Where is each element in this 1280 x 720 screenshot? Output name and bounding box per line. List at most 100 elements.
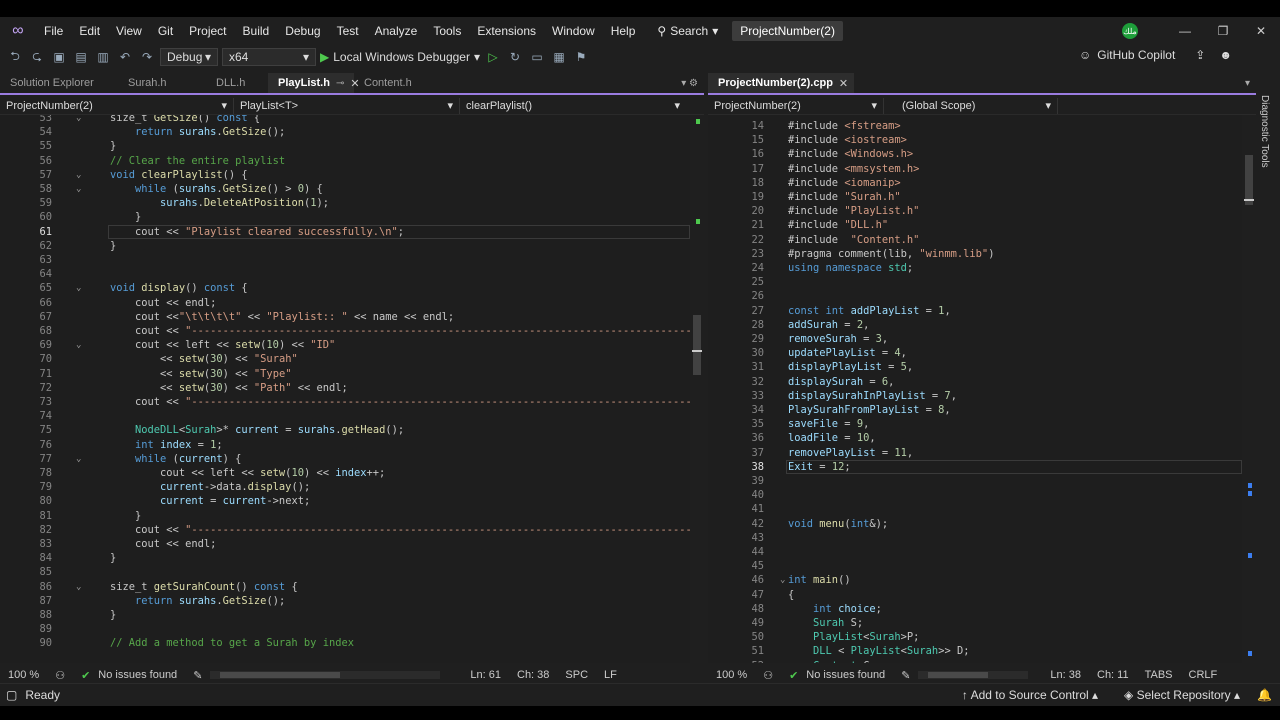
code-line[interactable]: 80 current = current->next; [0, 494, 690, 508]
menu-analyze[interactable]: Analyze [367, 17, 426, 45]
tab-solution-explorer[interactable]: Solution Explorer [0, 73, 118, 93]
code-line[interactable]: 69 ⌄ cout << left << setw(10) << "ID" [0, 338, 690, 352]
redo-icon[interactable]: ↷ [138, 50, 156, 64]
add-to-source-control-button[interactable]: ↑ Add to Source Control ▴ [962, 688, 1098, 702]
vertical-scrollbar[interactable] [1242, 115, 1256, 663]
project-select[interactable]: ProjectNumber(2) ▾ [0, 97, 234, 114]
code-line[interactable]: 37 removePlayList = 11, [708, 446, 1242, 460]
code-line[interactable]: 14 #include <fstream> [708, 119, 1242, 133]
code-line[interactable]: 79 current->data.display(); [0, 480, 690, 494]
feedback-icon[interactable]: ☻ [1219, 48, 1232, 62]
tab-list-dropdown-icon[interactable]: ▾ [1245, 78, 1250, 89]
code-line[interactable]: 65 ⌄ void display() const { [0, 281, 690, 295]
zoom-level[interactable]: 100 % [0, 669, 47, 681]
fold-chevron-icon[interactable]: ⌄ [76, 580, 81, 594]
code-line[interactable]: 19 #include "Surah.h" [708, 190, 1242, 204]
code-line[interactable]: 83 cout << endl; [0, 537, 690, 551]
code-line[interactable]: 31 displayPlayList = 5, [708, 360, 1242, 374]
save-all-icon[interactable]: ▥ [94, 50, 112, 64]
scroll-thumb[interactable] [220, 672, 341, 678]
pin-icon[interactable]: ⊸ [336, 78, 344, 89]
code-line[interactable]: 20 #include "PlayList.h" [708, 204, 1242, 218]
code-line[interactable]: 86 ⌄ size_t getSurahCount() const { [0, 580, 690, 594]
code-line[interactable]: 57 ⌄ void clearPlaylist() { [0, 168, 690, 182]
code-line[interactable]: 61 cout << "Playlist cleared successfull… [0, 224, 690, 239]
member-select[interactable]: clearPlaylist() ▾ [460, 98, 686, 114]
code-line[interactable]: 43 [708, 531, 1242, 545]
code-line[interactable]: 18 #include <iomanip> [708, 176, 1242, 190]
horizontal-scrollbar[interactable] [210, 671, 441, 679]
fold-chevron-icon[interactable]: ⌄ [76, 338, 81, 352]
start-debugging-button[interactable]: ▶ Local Windows Debugger ▾ [320, 50, 480, 64]
code-line[interactable]: 41 [708, 502, 1242, 516]
hot-reload-icon[interactable]: ↻ [506, 50, 524, 64]
minimize-icon[interactable]: — [1166, 24, 1204, 38]
menu-edit[interactable]: Edit [71, 17, 108, 45]
code-line[interactable]: 84} [0, 551, 690, 565]
code-line[interactable]: 30 updatePlayList = 4, [708, 346, 1242, 360]
restore-icon[interactable]: ❐ [1204, 24, 1242, 38]
configuration-select[interactable]: Debug ▾ [160, 48, 218, 66]
zoom-level[interactable]: 100 % [708, 669, 755, 681]
code-line[interactable]: 28 addSurah = 2, [708, 318, 1242, 332]
code-line[interactable]: 68 cout << "----------------------------… [0, 324, 690, 338]
vertical-scrollbar[interactable] [690, 115, 704, 663]
code-line[interactable]: 59 surahs.DeleteAtPosition(1); [0, 196, 690, 210]
column-number[interactable]: Ch: 38 [509, 669, 557, 681]
fold-chevron-icon[interactable]: ⌄ [76, 168, 81, 182]
code-line[interactable]: 48 int choice; [708, 602, 1242, 616]
tab-dll-h[interactable]: DLL.h [206, 73, 268, 93]
feedback-icon[interactable]: ⚇ [755, 669, 781, 682]
line-ending[interactable]: CRLF [1181, 669, 1226, 681]
code-line[interactable]: 71 << setw(30) << "Type" [0, 367, 690, 381]
menu-file[interactable]: File [36, 17, 71, 45]
menu-project[interactable]: Project [181, 17, 234, 45]
undo-icon[interactable]: ↶ [116, 50, 134, 64]
diagnostic-tools-panel[interactable]: Diagnostic Tools [1256, 75, 1280, 687]
code-line[interactable]: 55} [0, 139, 690, 153]
code-line[interactable]: 85 [0, 565, 690, 579]
code-line[interactable]: 32 displaySurah = 6, [708, 375, 1242, 389]
code-line[interactable]: 62} [0, 239, 690, 253]
code-line[interactable]: 64 [0, 267, 690, 281]
visual-studio-logo-icon[interactable]: ∞ [0, 17, 36, 45]
start-without-debugging-icon[interactable]: ▷ [484, 50, 502, 64]
code-line[interactable]: 60 } [0, 210, 690, 224]
code-line[interactable]: 90 // Add a method to get a Surah by inde… [0, 636, 690, 650]
select-repository-button[interactable]: ◈ Select Repository ▴ [1124, 688, 1240, 702]
code-line[interactable]: 29 removeSurah = 3, [708, 332, 1242, 346]
code-line[interactable]: 75 NodeDLL<Surah>* current = surahs.getH… [0, 423, 690, 437]
brush-icon[interactable]: ✎ [185, 669, 210, 682]
scope-select[interactable]: PlayList<T> ▾ [234, 97, 460, 114]
line-number[interactable]: Ln: 61 [462, 669, 509, 681]
menu-git[interactable]: Git [150, 17, 181, 45]
code-line[interactable]: 35 saveFile = 9, [708, 417, 1242, 431]
code-line[interactable]: 88} [0, 608, 690, 622]
menu-test[interactable]: Test [329, 17, 367, 45]
forward-icon[interactable]: ⮎ [28, 47, 46, 68]
share-icon[interactable]: ⇪ [1195, 48, 1205, 62]
code-line[interactable]: 53 ⌄ size_t GetSize() const { [0, 115, 690, 125]
code-line[interactable]: 70 << setw(30) << "Surah" [0, 352, 690, 366]
tab-content-h[interactable]: Content.h [354, 73, 434, 93]
code-line[interactable]: 39 [708, 474, 1242, 488]
code-line[interactable]: 22 #include "Content.h" [708, 233, 1242, 247]
code-line[interactable]: 66 cout << endl; [0, 296, 690, 310]
close-tab-icon[interactable]: ✕ [839, 77, 848, 90]
menu-debug[interactable]: Debug [277, 17, 328, 45]
back-icon[interactable]: ⮌ [6, 47, 24, 68]
menu-view[interactable]: View [108, 17, 150, 45]
tab-list-dropdown-icon[interactable]: ▾ ⚙ [681, 78, 698, 89]
code-line[interactable]: 23 #pragma comment(lib, "winmm.lib") [708, 247, 1242, 261]
save-icon[interactable]: ▤ [72, 50, 90, 64]
code-line[interactable]: 67 cout <<"\t\t\t\t" << "Playlist:: " <<… [0, 310, 690, 324]
code-line[interactable]: 77 ⌄ while (current) { [0, 452, 690, 466]
menu-extensions[interactable]: Extensions [469, 17, 544, 45]
code-line[interactable]: 47 { [708, 588, 1242, 602]
scroll-thumb[interactable] [1245, 155, 1253, 205]
scroll-thumb[interactable] [693, 315, 701, 375]
code-line[interactable]: 33 displaySurahInPlayList = 7, [708, 389, 1242, 403]
code-line[interactable]: 25 [708, 275, 1242, 289]
code-editor-left[interactable]: 53 ⌄ size_t GetSize() const {54 return sur… [0, 115, 690, 663]
whitespace-mode[interactable]: SPC [557, 669, 596, 681]
